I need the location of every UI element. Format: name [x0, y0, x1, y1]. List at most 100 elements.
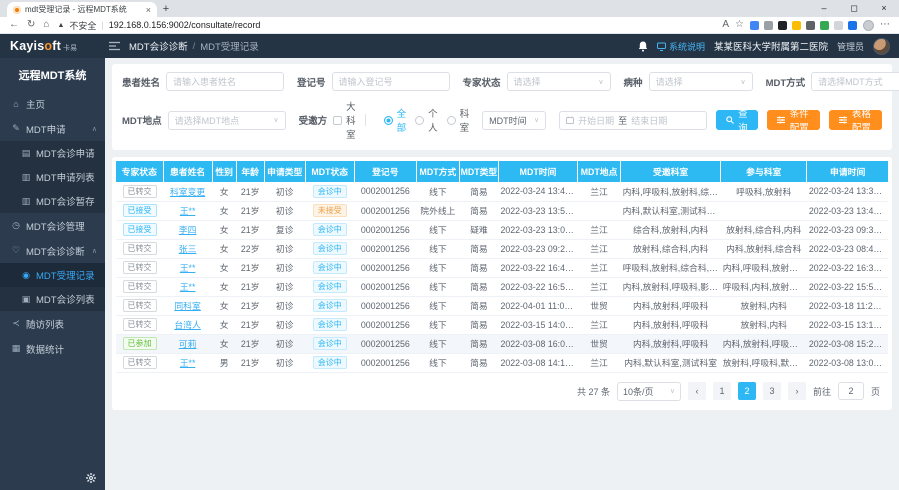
sidebar-item-MDT受理记录[interactable]: ◉MDT受理记录: [0, 263, 105, 287]
patient-name-link[interactable]: 王**: [180, 263, 196, 273]
patient-name-link[interactable]: 王**: [180, 358, 196, 368]
invitee-radio-科室[interactable]: 科室: [438, 106, 470, 134]
disease-select[interactable]: 请选择∨: [649, 72, 753, 91]
back-icon[interactable]: ←: [9, 20, 19, 30]
sidebar-item-MDT申请列表[interactable]: ▥MDT申请列表: [0, 165, 105, 189]
mdt-place-label: MDT地点: [122, 113, 162, 127]
extension-icon[interactable]: [750, 21, 759, 30]
patient-name-link[interactable]: 李四: [179, 225, 197, 235]
table-cell: 初诊: [264, 239, 305, 258]
extension-icon[interactable]: [834, 21, 843, 30]
next-page-button[interactable]: ›: [788, 382, 806, 400]
column-header: 登记号: [354, 161, 416, 182]
table-cell: 疑难: [459, 220, 498, 239]
patient-name-link[interactable]: 张三: [179, 244, 197, 254]
patient-name-link[interactable]: 同科室: [174, 301, 200, 311]
user-avatar[interactable]: [873, 38, 890, 55]
table-cell: 简易: [459, 353, 498, 372]
search-button[interactable]: 查询: [716, 110, 758, 130]
home-icon[interactable]: ⌂: [43, 20, 49, 30]
chevron-down-icon: ∨: [598, 78, 603, 86]
time-type-select[interactable]: MDT时间∨: [482, 111, 546, 130]
sidebar-item-MDT会诊诊断[interactable]: ♡MDT会诊诊断∧: [0, 238, 105, 263]
condition-config-button[interactable]: 条件配置: [767, 110, 820, 130]
browser-tab[interactable]: mdt受理记录 - 远程MDT系统 ×: [7, 2, 157, 17]
page-size-select[interactable]: 10条/页∨: [617, 382, 681, 401]
table-cell: 女: [212, 315, 236, 334]
table-row[interactable]: 已转交台湾人女21岁初诊会诊中0002001256线下简易2022-03-15 …: [116, 315, 888, 334]
breadcrumb-current: MDT受理记录: [200, 39, 259, 53]
extension-icon[interactable]: [778, 21, 787, 30]
sidebar-collapse-icon[interactable]: [109, 41, 120, 51]
page-button-1[interactable]: 1: [713, 382, 731, 400]
table-row[interactable]: 已转交科室变更女21岁初诊会诊中0002001256线下简易2022-03-24…: [116, 182, 888, 201]
table-row[interactable]: 已参加可莉女21岁初诊会诊中0002001256线下简易2022-03-08 1…: [116, 334, 888, 353]
sidebar-item-数据统计[interactable]: ▦数据统计: [0, 336, 105, 361]
prev-page-button[interactable]: ‹: [688, 382, 706, 400]
table-cell: 2022-04-01 11:00:00: [498, 296, 577, 315]
sidebar-item-MDT会诊管理[interactable]: ◷MDT会诊管理: [0, 213, 105, 238]
extension-icon[interactable]: [848, 21, 857, 30]
invitee-radio-个人[interactable]: 个人: [406, 106, 438, 134]
maximize-button[interactable]: ◻: [839, 0, 869, 17]
extension-icon[interactable]: [764, 21, 773, 30]
patient-name-link[interactable]: 王**: [180, 282, 196, 292]
mdt-place-select[interactable]: 请选择MDT地点∨: [168, 111, 286, 130]
sidebar: 远程MDT系统 ⌂主页✎MDT申请∧▤MDT会诊申请▥MDT申请列表▥MDT会诊…: [0, 58, 105, 490]
table-cell: 院外线上: [416, 201, 459, 220]
table-cell: 简易: [459, 296, 498, 315]
browser-menu-icon[interactable]: ⋯: [880, 20, 890, 30]
favorite-icon[interactable]: ☆: [735, 20, 744, 30]
goto-page-input[interactable]: 2: [838, 382, 864, 400]
url-field[interactable]: ▲ 不安全 | 192.168.0.156:9002/consultate/re…: [57, 19, 714, 32]
system-doc-button[interactable]: 系统说明: [657, 40, 705, 53]
patient-name-input[interactable]: 请输入患者姓名: [166, 72, 284, 91]
invitee-checkbox[interactable]: 大科室: [333, 99, 356, 141]
notification-bell-icon[interactable]: [638, 41, 648, 52]
table-row[interactable]: 已转交王**女21岁初诊会诊中0002001256线下简易2022-03-22 …: [116, 277, 888, 296]
column-header: MDT类型: [459, 161, 498, 182]
patient-name-link[interactable]: 可莉: [179, 339, 197, 349]
sidebar-item-MDT会诊申请[interactable]: ▤MDT会诊申请: [0, 141, 105, 165]
table-row[interactable]: 已转交同科室女21岁初诊会诊中0002001256线下简易2022-04-01 …: [116, 296, 888, 315]
sidebar-item-主页[interactable]: ⌂主页: [0, 91, 105, 116]
table-row[interactable]: 已转交张三女22岁初诊会诊中0002001256线下简易2022-03-23 0…: [116, 239, 888, 258]
patient-name-link[interactable]: 台湾人: [174, 320, 200, 330]
mdt-mode-select[interactable]: 请选择MDT方式∨: [811, 72, 899, 91]
patient-name-link[interactable]: 科室变更: [170, 187, 205, 197]
sidebar-item-随访列表[interactable]: ≺随访列表: [0, 311, 105, 336]
tab-close-icon[interactable]: ×: [146, 5, 151, 15]
table-cell: 简易: [459, 258, 498, 277]
sidebar-item-label: MDT会诊暂存: [36, 194, 95, 208]
read-aloud-icon[interactable]: A: [722, 20, 729, 30]
new-tab-button[interactable]: +: [157, 2, 175, 17]
refresh-icon[interactable]: ↻: [27, 20, 35, 30]
minimize-button[interactable]: –: [809, 0, 839, 17]
table-row[interactable]: 已转交王**男21岁初诊会诊中0002001256线下简易2022-03-08 …: [116, 353, 888, 372]
table-cell: 0002001256: [354, 239, 416, 258]
extension-icon[interactable]: [792, 21, 801, 30]
table-cell: 线下: [416, 239, 459, 258]
table-row[interactable]: 已接受王**女21岁初诊未接受0002001256院外线上简易2022-03-2…: [116, 201, 888, 220]
expert-status-select[interactable]: 请选择∨: [507, 72, 611, 91]
date-range-input[interactable]: 开始日期 至 结束日期: [559, 111, 707, 130]
extension-icon[interactable]: [820, 21, 829, 30]
sidebar-item-MDT申请[interactable]: ✎MDT申请∧: [0, 116, 105, 141]
table-row[interactable]: 已转交王**女21岁初诊会诊中0002001256线下简易2022-03-22 …: [116, 258, 888, 277]
register-no-input[interactable]: 请输入登记号: [332, 72, 450, 91]
table-row[interactable]: 已接受李四女21岁复诊会诊中0002001256线下疑难2022-03-23 1…: [116, 220, 888, 239]
sidebar-item-label: MDT会诊列表: [36, 292, 95, 306]
page-button-2[interactable]: 2: [738, 382, 756, 400]
patient-name-link[interactable]: 王**: [180, 206, 196, 216]
extension-icon[interactable]: [806, 21, 815, 30]
invitee-radio-全部[interactable]: 全部: [375, 106, 407, 134]
browser-profile-avatar[interactable]: [863, 20, 874, 31]
page-button-3[interactable]: 3: [763, 382, 781, 400]
sidebar-item-MDT会诊列表[interactable]: ▣MDT会诊列表: [0, 287, 105, 311]
column-header: MDT时间: [498, 161, 577, 182]
close-button[interactable]: ×: [869, 0, 899, 17]
table-cell: 女: [212, 258, 236, 277]
settings-gear-icon[interactable]: [86, 473, 96, 483]
table-config-button[interactable]: 表格配置: [829, 110, 882, 130]
sidebar-item-MDT会诊暂存[interactable]: ▥MDT会诊暂存: [0, 189, 105, 213]
